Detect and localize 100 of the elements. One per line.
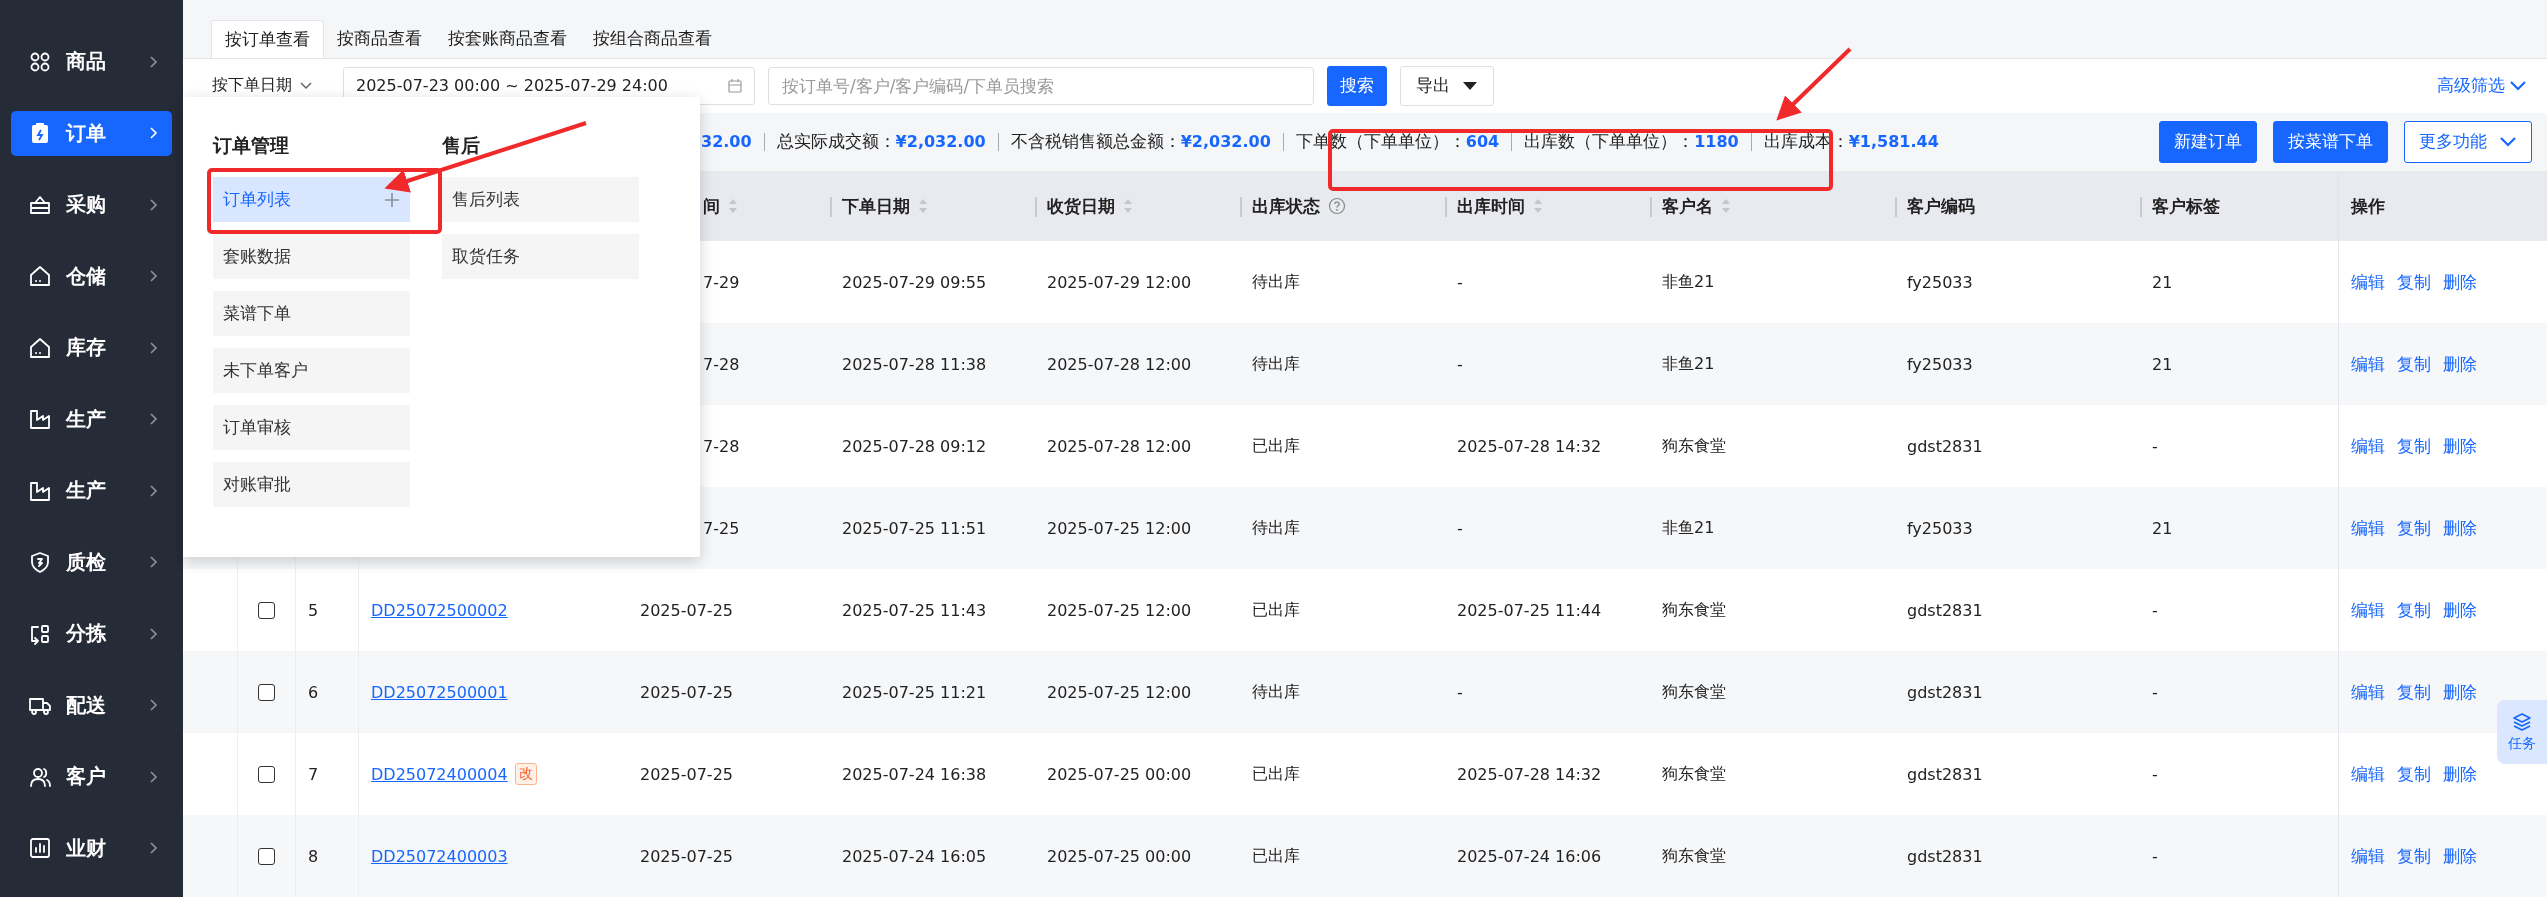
row-action-link[interactable]: 编辑 (2351, 516, 2385, 540)
row-action-link[interactable]: 编辑 (2351, 352, 2385, 376)
row-action-link[interactable]: 编辑 (2351, 844, 2385, 868)
order-number-link[interactable]: DD25072500002 (371, 600, 508, 620)
order-number-link[interactable]: DD25072400004 (371, 764, 508, 784)
table-cell: 非鱼21 (1662, 271, 1715, 293)
table-cell: gdst2831 (1907, 682, 1983, 702)
more-functions-button[interactable]: 更多功能 (2404, 120, 2532, 163)
action-button[interactable]: 新建订单 (2159, 120, 2257, 163)
table-cell: fy25033 (1907, 272, 1973, 292)
order-number-link[interactable]: DD25072400003 (371, 846, 508, 866)
stat-value: ¥2,032.00 (895, 132, 986, 152)
row-action-link[interactable]: 删除 (2443, 844, 2477, 868)
view-tab[interactable]: 按订单查看 (211, 20, 324, 58)
checkbox[interactable] (258, 765, 275, 783)
stat-value: 1180 (1694, 132, 1739, 152)
row-action-link[interactable]: 删除 (2443, 352, 2477, 376)
stat-value: ¥1,581.44 (1848, 132, 1939, 152)
action-button[interactable]: 按菜谱下单 (2273, 120, 2388, 163)
sidebar-item[interactable]: 订单 (11, 110, 172, 156)
sidebar-item[interactable]: 配送 (11, 682, 172, 728)
stat-label: 不含税销售额总金额： (1010, 130, 1181, 154)
row-action-link[interactable]: 删除 (2443, 434, 2477, 458)
view-tab[interactable]: 按套账商品查看 (435, 20, 580, 58)
row-number: 8 (308, 846, 319, 866)
task-tab[interactable]: 任务 (2497, 700, 2547, 764)
sidebar-item[interactable]: 采购 (11, 182, 172, 228)
row-action-link[interactable]: 复制 (2397, 516, 2431, 540)
table-cell: 2025-07-28 12:00 (1047, 354, 1192, 374)
chevron-icon (148, 769, 158, 784)
table-cell: 2025-07-25 00:00 (1047, 846, 1192, 866)
chevron-icon (148, 555, 158, 570)
row-action-link[interactable]: 复制 (2397, 680, 2431, 704)
house-icon (29, 336, 51, 359)
search-field[interactable]: 按订单号/客户/客户编码/下单员搜索 (768, 66, 1314, 105)
order-number-link[interactable]: DD25072500001 (371, 682, 508, 702)
row-action-link[interactable]: 复制 (2397, 352, 2431, 376)
sidebar-item[interactable]: 质检 (11, 539, 172, 585)
row-action-link[interactable]: 复制 (2397, 598, 2431, 622)
sidebar-item[interactable]: 仓储 (11, 253, 172, 299)
sidebar-item[interactable]: 商品 (11, 39, 172, 85)
sidebar-item[interactable]: 库存 (11, 325, 172, 371)
column-header: 收货日期 (1047, 194, 1115, 218)
table-cell: - (1457, 682, 1463, 702)
table-cell: - (1457, 518, 1463, 538)
row-action-link[interactable]: 编辑 (2351, 598, 2385, 622)
row-action-link[interactable]: 编辑 (2351, 434, 2385, 458)
menu-item[interactable]: 对账审批 (213, 462, 410, 507)
row-action-link[interactable]: 删除 (2443, 516, 2477, 540)
sidebar-item[interactable]: 生产 (11, 396, 172, 442)
sidebar-item[interactable]: 分拣 (11, 611, 172, 657)
date-type-dropdown[interactable]: 按下单日期 (212, 75, 330, 97)
row-action-link[interactable]: 复制 (2397, 270, 2431, 294)
row-action-link[interactable]: 删除 (2443, 598, 2477, 622)
menu-item[interactable]: 菜谱下单 (213, 291, 410, 336)
table-cell: - (1457, 272, 1463, 292)
basket-icon (29, 193, 51, 216)
stat-value: 32.00 (701, 132, 752, 152)
chevron-icon (148, 483, 158, 498)
menu-item[interactable]: 套账数据 (213, 234, 410, 279)
stat-value: ¥2,032.00 (1180, 132, 1271, 152)
sidebar-item[interactable]: 生产 (11, 468, 172, 514)
sidebar-item[interactable]: 业财 (11, 825, 172, 871)
menu-item[interactable]: 取货任务 (442, 234, 639, 279)
view-tab[interactable]: 按商品查看 (324, 20, 435, 58)
row-action-link[interactable]: 删除 (2443, 762, 2477, 786)
export-button[interactable]: 导出 (1400, 65, 1494, 106)
factory-icon (29, 408, 51, 431)
advanced-filter-link[interactable]: 高级筛选 (2437, 74, 2527, 98)
checkbox[interactable] (258, 683, 275, 701)
table-cell: 2025-07-25 11:21 (842, 682, 987, 702)
view-tab[interactable]: 按组合商品查看 (580, 20, 725, 58)
table-cell: 2025-07-29 12:00 (1047, 272, 1192, 292)
row-action-link[interactable]: 编辑 (2351, 762, 2385, 786)
checkbox[interactable] (258, 601, 275, 619)
checkbox[interactable] (258, 847, 275, 865)
menu-item[interactable]: 未下单客户 (213, 348, 410, 393)
menu-item[interactable]: 订单审核 (213, 405, 410, 450)
column-header: 出库状态 (1252, 194, 1320, 218)
stat-value: 604 (1465, 132, 1500, 152)
stat-label: 总实际成交额： (776, 130, 896, 154)
menu-group-title: 订单管理 (213, 133, 290, 158)
row-action-link[interactable]: 编辑 (2351, 270, 2385, 294)
row-action-link[interactable]: 复制 (2397, 844, 2431, 868)
row-action-link[interactable]: 删除 (2443, 680, 2477, 704)
row-action-link[interactable]: 复制 (2397, 762, 2431, 786)
menu-item[interactable]: 订单列表 (213, 177, 410, 222)
column-header: 客户标签 (2152, 194, 2220, 218)
search-button[interactable]: 搜索 (1327, 65, 1387, 106)
column-header: 下单日期 (842, 194, 910, 218)
row-action-link[interactable]: 复制 (2397, 434, 2431, 458)
row-action-link[interactable]: 编辑 (2351, 680, 2385, 704)
table-cell: - (2152, 682, 2158, 702)
table-cell: 7-28 (703, 354, 740, 374)
table-cell: 待出库 (1252, 681, 1300, 703)
sidebar-item[interactable]: 客户 (11, 754, 172, 800)
row-action-link[interactable]: 删除 (2443, 270, 2477, 294)
menu-item[interactable]: 售后列表 (442, 177, 639, 222)
table-cell: 待出库 (1252, 353, 1300, 375)
table-cell: 21 (2152, 518, 2173, 538)
